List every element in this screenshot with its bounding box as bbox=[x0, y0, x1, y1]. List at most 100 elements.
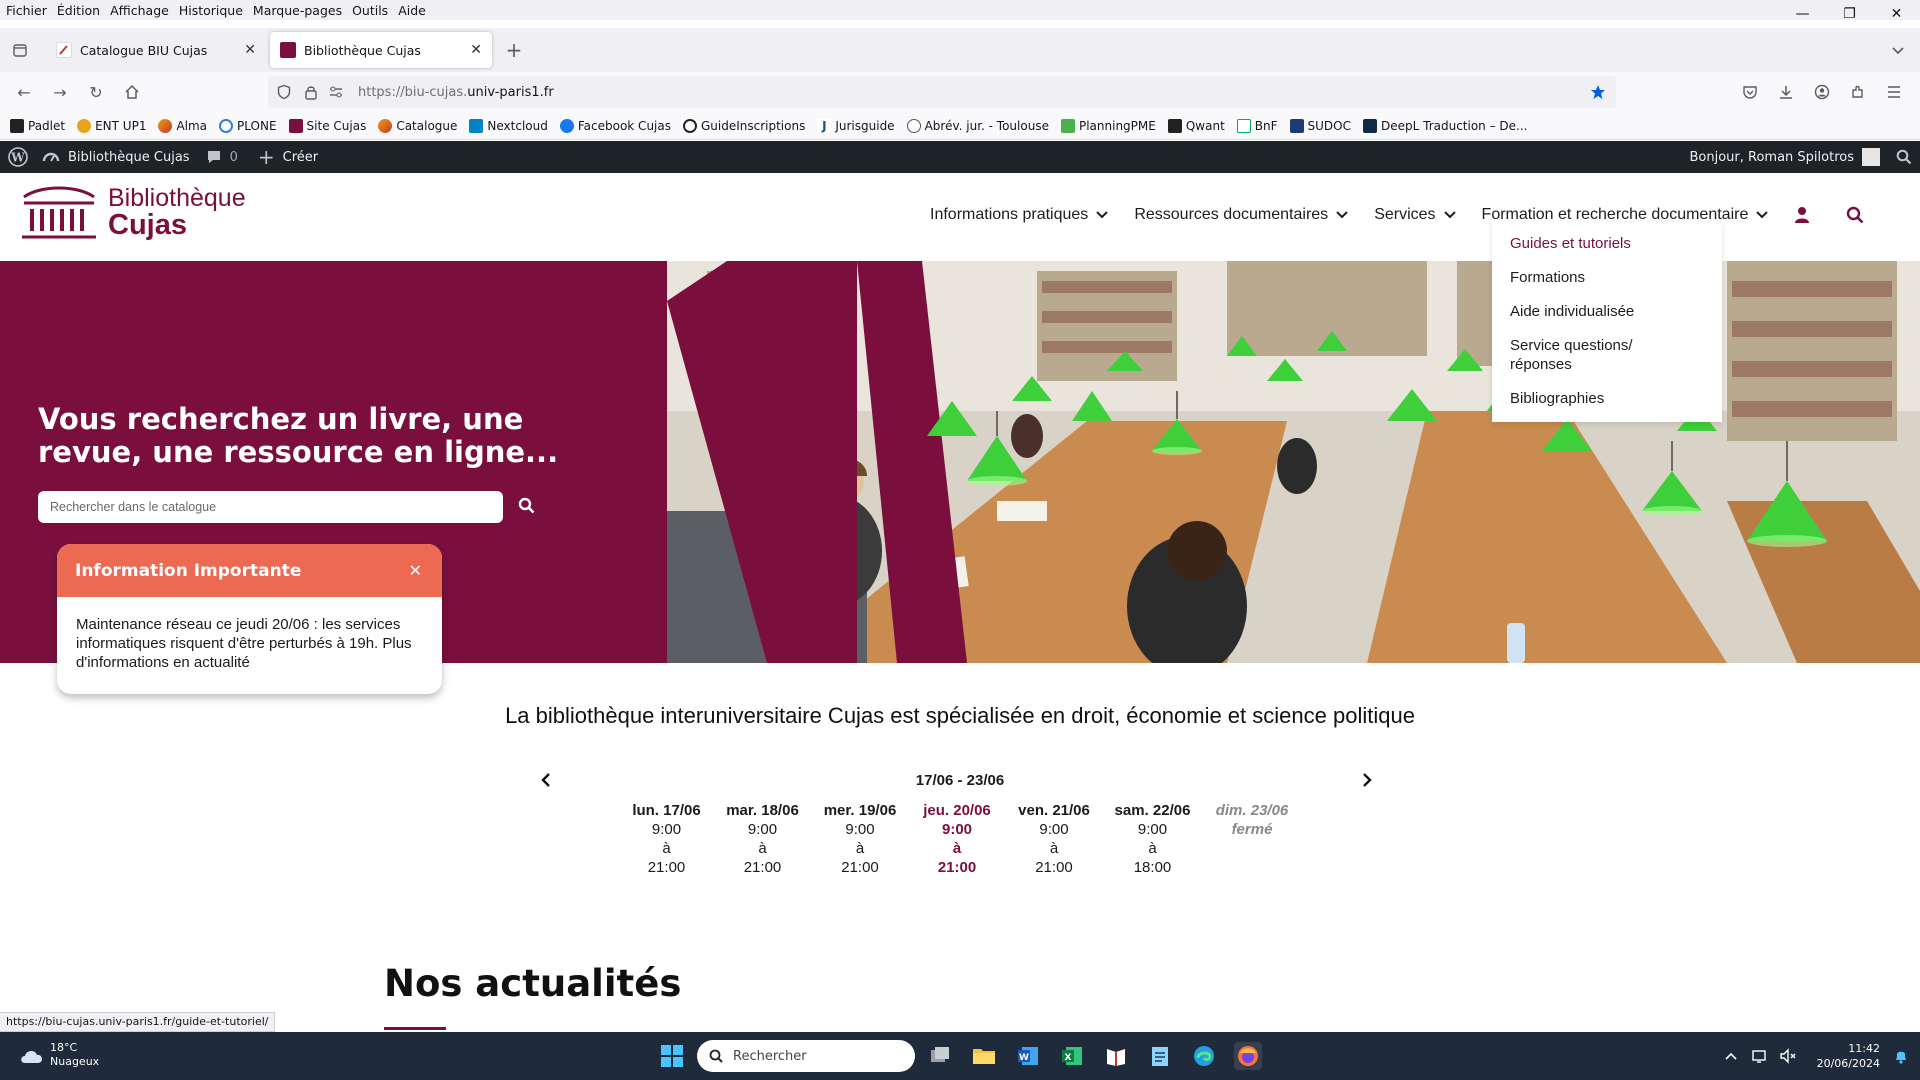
search-icon bbox=[709, 1049, 723, 1063]
weather-widget[interactable]: 18°C Nuageux bbox=[18, 1041, 99, 1069]
bookmarks-toolbar: Padlet ENT UP1 Alma PLONE Site Cujas Cat… bbox=[0, 112, 1920, 140]
account-icon[interactable] bbox=[1808, 78, 1836, 106]
wp-admin-bar: W Bibliothèque Cujas 0 + Créer Bonjour, … bbox=[0, 141, 1920, 173]
dropdown-item-aide-individualisee[interactable]: Aide individualisée bbox=[1510, 302, 1722, 321]
bookmark-padlet[interactable]: Padlet bbox=[10, 118, 65, 133]
bookmark-bnf[interactable]: BnF bbox=[1236, 118, 1278, 133]
volume-muted-icon[interactable] bbox=[1779, 1048, 1797, 1064]
catalogue-search-input[interactable] bbox=[38, 491, 503, 523]
wp-site-link[interactable]: Bibliothèque Cujas bbox=[42, 149, 190, 165]
wp-create[interactable]: + Créer bbox=[258, 145, 318, 169]
avatar bbox=[1862, 148, 1880, 166]
chevron-down-icon bbox=[1443, 211, 1456, 219]
dropdown-item-formations[interactable]: Formations bbox=[1510, 268, 1722, 287]
catalogue-icon bbox=[378, 118, 393, 133]
bookmark-guideinscriptions[interactable]: GuideInscriptions bbox=[682, 118, 805, 133]
previous-week-button[interactable] bbox=[541, 772, 551, 788]
search-icon bbox=[518, 497, 535, 514]
chevron-up-icon[interactable] bbox=[1725, 1052, 1737, 1060]
link-status-url: https://biu-cujas.univ-paris1.fr/guide-e… bbox=[0, 1012, 276, 1032]
menu-edition[interactable]: Édition bbox=[53, 3, 104, 18]
info-popup-title: Information Importante bbox=[75, 560, 302, 581]
search-icon[interactable] bbox=[1896, 149, 1912, 165]
app-menu-icon[interactable] bbox=[1880, 78, 1908, 106]
shield-icon[interactable] bbox=[276, 84, 292, 100]
menu-aide[interactable]: Aide bbox=[394, 3, 430, 18]
catalogue-search-button[interactable] bbox=[518, 497, 536, 515]
menu-historique[interactable]: Historique bbox=[175, 3, 247, 18]
taskbar-search[interactable]: Rechercher bbox=[697, 1040, 915, 1072]
close-icon[interactable]: ✕ bbox=[244, 42, 256, 58]
excel-icon[interactable]: X bbox=[1058, 1042, 1086, 1070]
dashboard-icon bbox=[42, 149, 60, 165]
menu-fichier[interactable]: Fichier bbox=[2, 3, 51, 18]
wordpress-icon[interactable]: W bbox=[8, 147, 28, 167]
bookmark-abrev-jur[interactable]: Abrév. jur. - Toulouse bbox=[906, 118, 1049, 133]
back-icon[interactable]: ← bbox=[10, 78, 38, 106]
home-icon[interactable] bbox=[118, 78, 146, 106]
task-view-icon[interactable] bbox=[926, 1042, 954, 1070]
tab-label: Bibliothèque Cujas bbox=[304, 42, 421, 58]
notepad-icon[interactable] bbox=[1146, 1042, 1174, 1070]
close-window-button[interactable]: ✕ bbox=[1873, 0, 1920, 28]
reload-icon[interactable]: ↻ bbox=[82, 78, 110, 106]
edge-icon[interactable] bbox=[1190, 1042, 1218, 1070]
forward-icon[interactable]: → bbox=[46, 78, 74, 106]
close-icon[interactable]: ✕ bbox=[470, 42, 482, 58]
reader-app-icon[interactable] bbox=[1102, 1042, 1130, 1070]
dropdown-item-bibliographies[interactable]: Bibliographies bbox=[1510, 389, 1722, 408]
next-week-button[interactable] bbox=[1362, 772, 1372, 788]
wp-comments[interactable]: 0 bbox=[206, 149, 238, 165]
pocket-icon[interactable] bbox=[1736, 78, 1764, 106]
menu-affichage[interactable]: Affichage bbox=[106, 3, 173, 18]
restore-button[interactable]: ❐ bbox=[1826, 0, 1873, 28]
minimize-button[interactable]: — bbox=[1779, 0, 1826, 28]
window-controls: — ❐ ✕ bbox=[1779, 0, 1920, 28]
dropdown-item-service-questions[interactable]: Service questions/ réponses bbox=[1510, 336, 1650, 374]
network-icon[interactable] bbox=[1751, 1048, 1769, 1064]
wp-account[interactable]: Bonjour, Roman Spilotros bbox=[1690, 148, 1880, 166]
site-search-icon[interactable] bbox=[1846, 206, 1864, 224]
bookmark-plone[interactable]: PLONE bbox=[219, 118, 277, 133]
extensions-icon[interactable] bbox=[1844, 78, 1872, 106]
new-tab-icon[interactable]: + bbox=[500, 36, 528, 64]
bookmark-catalogue[interactable]: Catalogue bbox=[378, 118, 457, 133]
bookmark-deepl[interactable]: DeepL Traduction – De... bbox=[1363, 118, 1527, 133]
bookmark-site-cujas[interactable]: Site Cujas bbox=[288, 118, 366, 133]
nav-informations-pratiques[interactable]: Informations pratiques bbox=[930, 206, 1109, 224]
system-clock[interactable]: 11:42 20/06/2024 bbox=[1817, 1041, 1880, 1071]
bookmark-facebook[interactable]: Facebook Cujas bbox=[559, 118, 671, 133]
lock-icon[interactable] bbox=[304, 84, 318, 100]
tab-list-icon[interactable] bbox=[6, 36, 34, 64]
site-logo[interactable]: Bibliothèque Cujas bbox=[20, 183, 246, 243]
user-account-icon[interactable] bbox=[1794, 206, 1810, 224]
bookmark-sudoc[interactable]: SUDOC bbox=[1289, 118, 1351, 133]
dropdown-item-guides-tutoriels[interactable]: Guides et tutoriels bbox=[1510, 234, 1722, 253]
facebook-icon bbox=[559, 118, 574, 133]
notification-bell-icon[interactable] bbox=[1894, 1048, 1908, 1064]
menu-marque-pages[interactable]: Marque-pages bbox=[249, 3, 346, 18]
file-explorer-icon[interactable] bbox=[970, 1042, 998, 1070]
bookmark-star-icon[interactable] bbox=[1590, 84, 1606, 100]
word-icon[interactable]: W bbox=[1014, 1042, 1042, 1070]
chevron-down-icon[interactable] bbox=[1884, 36, 1912, 64]
permissions-icon[interactable] bbox=[328, 85, 344, 99]
chevron-down-icon bbox=[1336, 211, 1348, 219]
library-columns-icon bbox=[22, 186, 96, 239]
bookmark-alma[interactable]: Alma bbox=[158, 118, 207, 133]
downloads-icon[interactable] bbox=[1772, 78, 1800, 106]
bookmark-planningpme[interactable]: PlanningPME bbox=[1060, 118, 1156, 133]
nav-services[interactable]: Services bbox=[1374, 206, 1456, 224]
nav-ressources-documentaires[interactable]: Ressources documentaires bbox=[1134, 206, 1348, 224]
close-icon[interactable]: ✕ bbox=[409, 561, 422, 580]
bookmark-qwant[interactable]: Qwant bbox=[1167, 118, 1225, 133]
bookmark-nextcloud[interactable]: Nextcloud bbox=[469, 118, 548, 133]
menu-outils[interactable]: Outils bbox=[348, 3, 392, 18]
firefox-icon[interactable] bbox=[1234, 1042, 1262, 1070]
tab-bibliotheque[interactable]: Bibliothèque Cujas ✕ bbox=[270, 32, 492, 68]
bookmark-jurisguide[interactable]: J Jurisguide bbox=[817, 118, 895, 133]
windows-start-icon[interactable] bbox=[658, 1042, 686, 1070]
url-bar[interactable]: https://biu-cujas.univ-paris1.fr bbox=[268, 76, 1616, 108]
bookmark-ent-up1[interactable]: ENT UP1 bbox=[77, 118, 146, 133]
tab-catalogue[interactable]: Catalogue BIU Cujas ✕ bbox=[46, 32, 266, 68]
